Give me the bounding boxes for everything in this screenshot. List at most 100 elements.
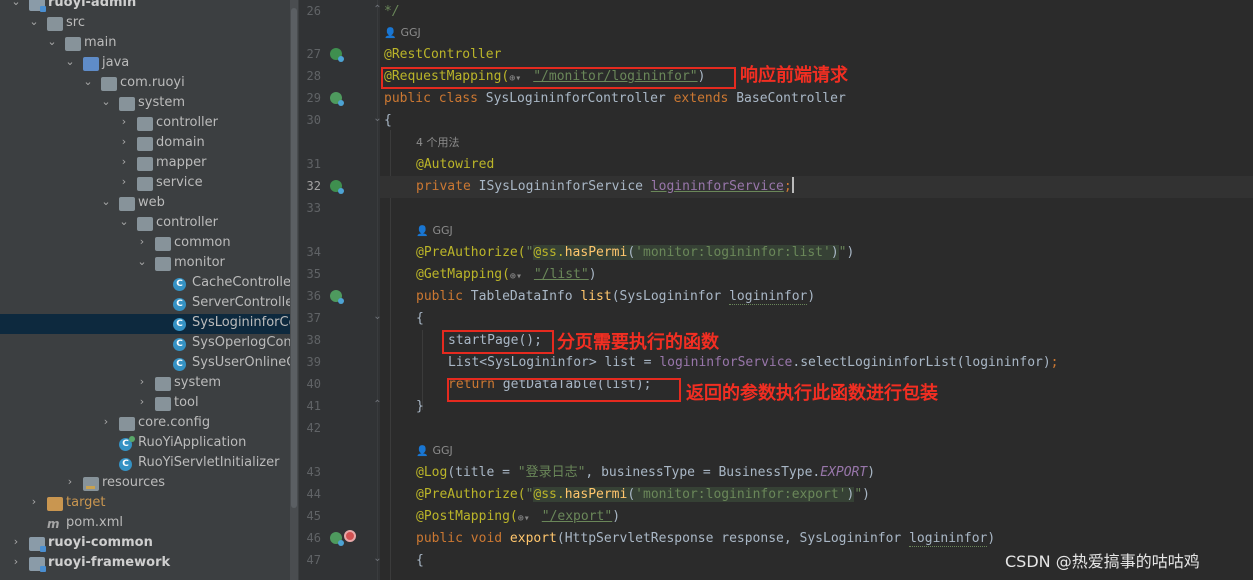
line-number[interactable]: 29 <box>299 91 321 105</box>
chevron-down-icon[interactable]: ⌄ <box>64 55 76 68</box>
line-number[interactable]: 38 <box>299 333 321 347</box>
tree-item[interactable]: C CacheController <box>0 274 290 294</box>
tree-item[interactable]: › system <box>0 374 290 394</box>
code-line-44[interactable]: @PreAuthorize("@ss.hasPermi('monitor:log… <box>416 484 870 506</box>
tree-item[interactable]: ⌄ system <box>0 94 290 114</box>
chevron-right-icon[interactable]: › <box>118 135 130 148</box>
code-line-41[interactable]: } <box>416 396 424 418</box>
code-line-34[interactable]: @PreAuthorize("@ss.hasPermi('monitor:log… <box>416 242 854 264</box>
author-hint[interactable]: 👤 GGJ <box>384 23 421 43</box>
tree-item[interactable]: › ruoyi-framework <box>0 554 290 574</box>
endpoint-gutter-icon[interactable] <box>330 290 344 304</box>
chevron-right-icon[interactable]: › <box>10 555 22 568</box>
tree-item[interactable]: C ServerController <box>0 294 290 314</box>
line-number[interactable]: 28 <box>299 69 321 83</box>
code-line-37[interactable]: { <box>416 308 424 330</box>
code-line-39[interactable]: List<SysLogininfor> list = logininforSer… <box>448 352 1059 374</box>
line-number[interactable]: 32 <box>299 179 321 193</box>
breakpoint-icon[interactable] <box>344 530 356 542</box>
chevron-right-icon[interactable]: › <box>118 115 130 128</box>
chevron-down-icon[interactable]: ⌄ <box>100 95 112 108</box>
line-number[interactable]: 33 <box>299 201 321 215</box>
tree-item[interactable]: ⌄ src <box>0 14 290 34</box>
tree-item[interactable]: › ruoyi-common <box>0 534 290 554</box>
line-number[interactable]: 47 <box>299 553 321 567</box>
line-number[interactable]: 30 <box>299 113 321 127</box>
line-number[interactable]: 36 <box>299 289 321 303</box>
chevron-down-icon[interactable]: ⌄ <box>136 255 148 268</box>
code-line-26[interactable]: */ <box>384 1 400 23</box>
chevron-down-icon[interactable]: ⌄ <box>10 0 22 8</box>
code-line-45[interactable]: @PostMapping(⊕▾ "/export") <box>416 506 620 528</box>
tree-item[interactable]: ⌄ controller <box>0 214 290 234</box>
chevron-down-icon[interactable]: ⌄ <box>100 195 112 208</box>
endpoint-gutter-icon[interactable] <box>330 532 344 546</box>
line-number[interactable]: 46 <box>299 531 321 545</box>
chevron-right-icon[interactable]: › <box>10 535 22 548</box>
code-line-35[interactable]: @GetMapping(⊕▾ "/list") <box>416 264 597 286</box>
author-hint[interactable]: 👤 GGJ <box>416 441 453 461</box>
tree-item[interactable]: m pom.xml <box>0 514 290 534</box>
bean-gutter-icon[interactable] <box>330 48 344 62</box>
line-number[interactable]: 27 <box>299 47 321 61</box>
code-line-46[interactable]: public void export(HttpServletResponse r… <box>416 528 995 550</box>
tree-item[interactable]: C RuoYiApplication <box>0 434 290 454</box>
code-line-30[interactable]: { <box>384 110 392 132</box>
chevron-down-icon[interactable]: ⌄ <box>118 215 130 228</box>
chevron-right-icon[interactable]: › <box>136 395 148 408</box>
tree-item[interactable]: › domain <box>0 134 290 154</box>
tree-item[interactable]: › common <box>0 234 290 254</box>
tree-item[interactable]: › service <box>0 174 290 194</box>
tree-item[interactable]: ⌄ web <box>0 194 290 214</box>
line-number[interactable]: 34 <box>299 245 321 259</box>
web-globe-icon[interactable]: ⊕▾ <box>518 513 542 525</box>
chevron-down-icon[interactable]: ⌄ <box>82 75 94 88</box>
tree-item[interactable]: ⌄ monitor <box>0 254 290 274</box>
code-line-47[interactable]: { <box>416 550 424 572</box>
tree-item[interactable]: ⌄ ruoyi-admin <box>0 0 290 14</box>
tree-item[interactable]: › tool <box>0 394 290 414</box>
line-number[interactable]: 39 <box>299 355 321 369</box>
chevron-right-icon[interactable]: › <box>118 175 130 188</box>
code-line-43[interactable]: @Log(title = "登录日志", businessType = Busi… <box>416 462 875 484</box>
tree-item[interactable]: C SysUserOnlineController <box>0 354 290 374</box>
line-number[interactable]: 45 <box>299 509 321 523</box>
chevron-right-icon[interactable]: › <box>28 495 40 508</box>
line-number[interactable]: 26 <box>299 4 321 18</box>
project-tree-scrollbar[interactable] <box>290 0 298 580</box>
chevron-down-icon[interactable]: ⌄ <box>46 35 58 48</box>
tree-item[interactable]: ⌄ com.ruoyi <box>0 74 290 94</box>
code-line-29[interactable]: public class SysLogininforController ext… <box>384 88 846 110</box>
line-number[interactable]: 35 <box>299 267 321 281</box>
line-number[interactable]: 31 <box>299 157 321 171</box>
autowired-gutter-icon[interactable] <box>330 180 344 194</box>
line-number[interactable]: 43 <box>299 465 321 479</box>
tree-item[interactable]: › controller <box>0 114 290 134</box>
tree-item[interactable]: › target <box>0 494 290 514</box>
tree-item[interactable]: ⌄ main <box>0 34 290 54</box>
tree-item[interactable]: › mapper <box>0 154 290 174</box>
chevron-down-icon[interactable]: ⌄ <box>28 15 40 28</box>
line-number[interactable]: 41 <box>299 399 321 413</box>
code-line-27[interactable]: @RestController <box>384 44 501 66</box>
tree-item[interactable]: C RuoYiServletInitializer <box>0 454 290 474</box>
chevron-right-icon[interactable]: › <box>136 235 148 248</box>
line-number[interactable]: 40 <box>299 377 321 391</box>
scrollbar-thumb[interactable] <box>291 8 297 508</box>
line-number[interactable]: 42 <box>299 421 321 435</box>
tree-item[interactable]: › resources <box>0 474 290 494</box>
implemented-gutter-icon[interactable] <box>330 92 344 106</box>
chevron-right-icon[interactable]: › <box>100 415 112 428</box>
code-line-32-current[interactable]: private ISysLogininforService logininfor… <box>380 176 1253 198</box>
tree-item[interactable]: ⌄ java <box>0 54 290 74</box>
tree-item[interactable]: C SysOperlogController <box>0 334 290 354</box>
chevron-right-icon[interactable]: › <box>118 155 130 168</box>
chevron-right-icon[interactable]: › <box>136 375 148 388</box>
tree-item[interactable]: C SysLogininforController <box>0 314 290 334</box>
line-number[interactable]: 37 <box>299 311 321 325</box>
chevron-right-icon[interactable]: › <box>64 475 76 488</box>
author-hint[interactable]: 👤 GGJ <box>416 221 453 241</box>
code-line-31[interactable]: @Autowired <box>416 154 494 176</box>
tree-item[interactable]: › core.config <box>0 414 290 434</box>
web-globe-icon[interactable]: ⊕▾ <box>510 271 534 283</box>
